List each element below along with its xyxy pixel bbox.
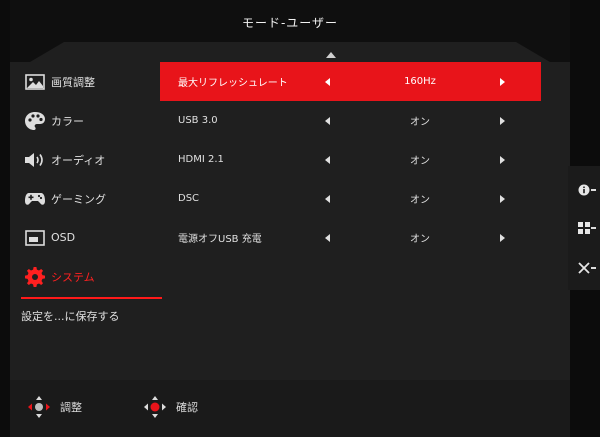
sidebar-item-gaming[interactable]: ゲーミング (20, 179, 162, 218)
dpad-press-icon (142, 394, 168, 420)
osd-window-icon (23, 226, 47, 250)
setting-label: 電源オフUSB 充電 (178, 234, 262, 245)
gamepad-icon (23, 187, 47, 211)
info-icon (578, 181, 590, 200)
sidebar-item-label: オーディオ (51, 153, 106, 167)
menu-grid-icon (578, 219, 590, 238)
arrow-right-icon[interactable] (500, 155, 505, 164)
sidebar-item-audio[interactable]: オーディオ (20, 140, 162, 179)
setting-row-hdmi21[interactable]: HDMI 2.1 オン (160, 140, 541, 179)
arrow-left-icon[interactable] (325, 194, 330, 203)
sidebar-item-label: ゲーミング (51, 192, 106, 206)
setting-row-dsc[interactable]: DSC オン (160, 179, 541, 218)
save-settings-link[interactable]: 設定を...に保存する (21, 308, 120, 324)
arrow-right-icon[interactable] (500, 233, 505, 242)
close-icon (578, 259, 590, 278)
close-button[interactable] (568, 254, 600, 282)
speaker-icon (23, 148, 47, 172)
adjust-label: 調整 (60, 401, 82, 414)
menu-button[interactable] (568, 214, 600, 242)
arrow-left-icon[interactable] (325, 233, 330, 242)
sidebar-item-label: カラー (51, 114, 84, 128)
setting-value: 160Hz (404, 76, 436, 87)
adjust-hint: 調整 (26, 394, 82, 420)
info-button[interactable] (568, 176, 600, 204)
confirm-label: 確認 (176, 401, 198, 414)
arrow-right-icon[interactable] (500, 77, 505, 86)
arrow-left-icon[interactable] (325, 77, 330, 86)
osd-menu: モード-ユーザー 画質調整 カラー オーディオ ゲーミング OSD システム 設… (10, 0, 570, 437)
arrow-left-icon[interactable] (325, 155, 330, 164)
setting-label: HDMI 2.1 (178, 154, 224, 165)
arrow-left-icon[interactable] (325, 116, 330, 125)
sidebar-item-label: 画質調整 (51, 75, 95, 89)
active-underline (21, 297, 162, 299)
setting-label: DSC (178, 193, 200, 204)
sidebar-item-picture[interactable]: 画質調整 (20, 62, 162, 101)
palette-icon (23, 109, 47, 133)
image-icon (23, 70, 47, 94)
sidebar-item-osd[interactable]: OSD (20, 218, 162, 257)
button-dash (591, 267, 596, 269)
sidebar-item-label: システム (51, 270, 95, 284)
arrow-right-icon[interactable] (500, 116, 505, 125)
osd-header (10, 0, 570, 62)
page-title: モード-ユーザー (241, 16, 339, 30)
setting-value: オン (410, 117, 430, 128)
sidebar-item-system[interactable]: システム (20, 257, 162, 299)
setting-row-max-refresh-rate[interactable]: 最大リフレッシュレート 160Hz (160, 62, 541, 101)
setting-row-power-off-usb-charge[interactable]: 電源オフUSB 充電 オン (160, 218, 541, 257)
settings-list: 最大リフレッシュレート 160Hz USB 3.0 オン HDMI 2.1 オン… (160, 62, 541, 257)
setting-label: 最大リフレッシュレート (178, 78, 288, 89)
sidebar-item-label: OSD (51, 231, 76, 244)
sidebar: 画質調整 カラー オーディオ ゲーミング OSD システム (20, 62, 162, 299)
sidebar-item-color[interactable]: カラー (20, 101, 162, 140)
gear-icon (23, 265, 47, 289)
setting-value: オン (410, 195, 430, 206)
scroll-up-icon[interactable] (326, 52, 336, 58)
button-dash (591, 227, 596, 229)
setting-row-usb3[interactable]: USB 3.0 オン (160, 101, 541, 140)
footer-hints: 調整 確認 (10, 380, 570, 437)
setting-label: USB 3.0 (178, 115, 218, 126)
setting-value: オン (410, 234, 430, 245)
button-dash (591, 189, 596, 191)
setting-value: オン (410, 156, 430, 167)
quick-button-panel (568, 166, 600, 290)
dpad-horizontal-icon (26, 394, 52, 420)
arrow-right-icon[interactable] (500, 194, 505, 203)
confirm-hint: 確認 (142, 394, 198, 420)
